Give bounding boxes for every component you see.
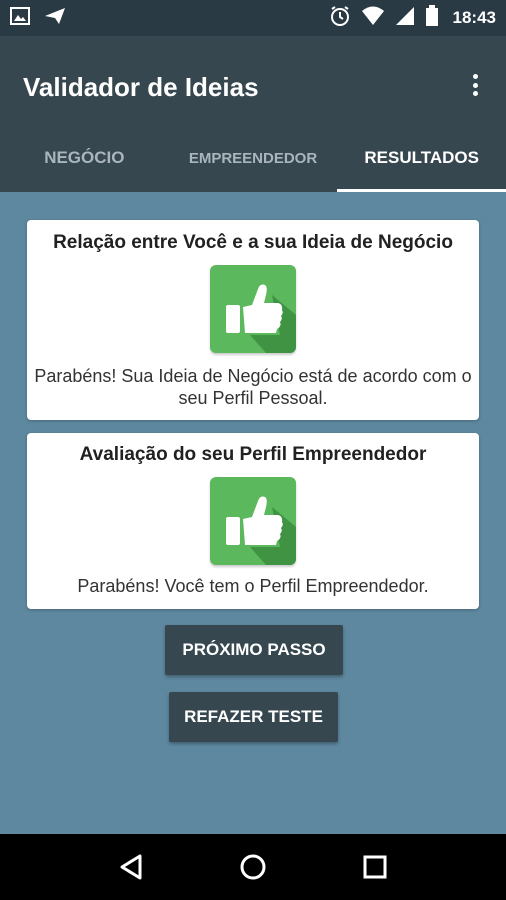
card-title: Relação entre Você e a sua Ideia de Negó… [53,232,453,253]
result-card-profile: Avaliação do seu Perfil Empreendedor Par… [27,433,479,609]
send-icon [44,7,66,30]
app-title: Validador de Ideias [23,72,259,102]
next-step-button[interactable]: PRÓXIMO PASSO [165,625,343,675]
wifi-icon [361,6,385,31]
tab-bar: NEGÓCIO EMPREENDEDOR RESULTADOS [0,124,506,192]
status-time: 18:43 [452,8,496,27]
alarm-icon [329,5,351,32]
overflow-menu-icon[interactable] [462,72,488,98]
card-message: Parabéns! Sua Ideia de Negócio está de a… [34,366,472,408]
signal-icon [395,6,415,31]
home-icon[interactable] [233,847,273,887]
thumbs-up-icon [210,265,296,353]
recents-icon[interactable] [355,847,395,887]
image-icon [10,6,30,30]
status-bar: 18:43 [0,0,506,36]
navigation-bar [0,834,506,900]
result-card-idea: Relação entre Você e a sua Ideia de Negó… [27,220,479,420]
thumbs-up-icon [210,477,296,565]
app-bar: Validador de Ideias NEGÓCIO EMPREENDEDOR… [0,36,506,192]
battery-icon [425,4,439,32]
tab-empreendedor[interactable]: EMPREENDEDOR [169,124,338,192]
tab-resultados[interactable]: RESULTADOS [337,124,506,192]
card-message: Parabéns! Você tem o Perfil Empreendedor… [77,576,429,596]
results-content: Relação entre Você e a sua Ideia de Negó… [0,192,506,834]
tab-negocio[interactable]: NEGÓCIO [0,124,169,192]
card-title: Avaliação do seu Perfil Empreendedor [79,444,427,465]
back-icon[interactable] [111,847,151,887]
redo-test-button[interactable]: REFAZER TESTE [169,692,338,742]
